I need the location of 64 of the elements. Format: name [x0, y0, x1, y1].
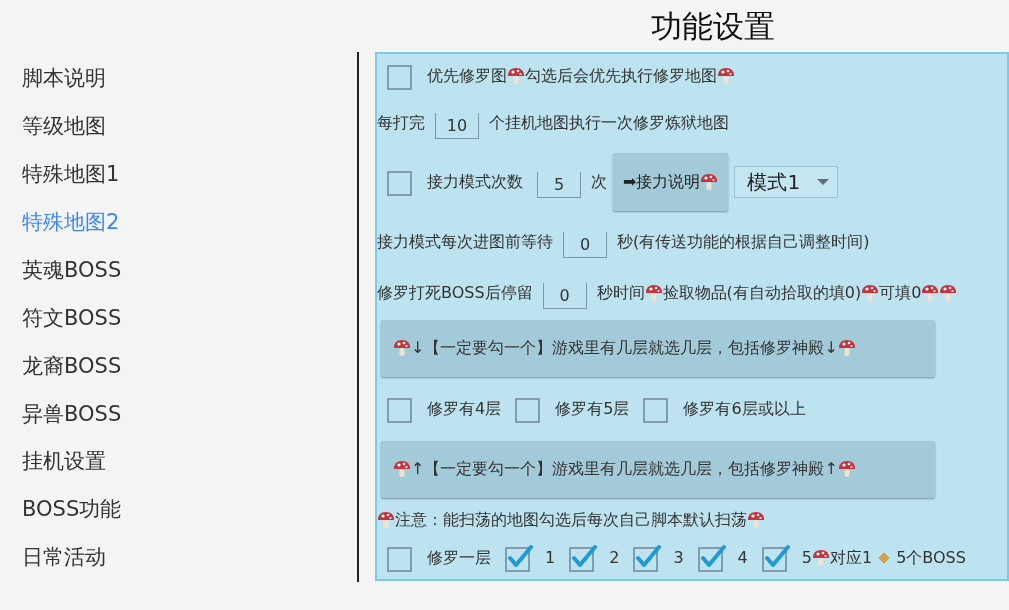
page-title: 功能设置	[650, 6, 775, 46]
label-text: 次	[591, 170, 607, 193]
mushroom-icon	[717, 65, 735, 86]
checkbox[interactable]	[761, 544, 790, 573]
label-text: 注意：能扫荡的地图勾选后每次自己脚本默认扫荡	[395, 508, 747, 531]
mushroom-icon	[837, 459, 856, 480]
checkbox-label: 优先修罗图	[427, 64, 507, 87]
sidebar-item[interactable]: 符文BOSS	[22, 302, 122, 335]
sidebar-item[interactable]: 异兽BOSS	[22, 398, 122, 431]
number-field[interactable]: 10	[435, 113, 479, 140]
checkbox[interactable]	[387, 544, 415, 573]
mode-dropdown[interactable]: 模式1	[734, 165, 839, 198]
label-text: 秒(有传送功能的根据自己调整时间)	[617, 231, 870, 254]
mushroom-icon	[747, 509, 765, 530]
number-field[interactable]: 0	[563, 232, 607, 259]
checkbox-label: 勾选后会优先执行修罗地图	[525, 64, 717, 87]
label-text: 每打完	[377, 112, 425, 135]
label-text: 捡取物品(有自动拾取的填0)	[662, 281, 862, 304]
checkbox[interactable]	[569, 544, 598, 573]
checkbox-label: 5	[801, 547, 812, 570]
checkbox-label: 5个BOSS	[896, 547, 966, 570]
sidebar-item[interactable]: 特殊地图1	[22, 159, 120, 191]
sidebar-item[interactable]: BOSS功能	[22, 494, 122, 526]
checkbox-label: 2	[609, 547, 620, 570]
mushroom-icon	[507, 65, 525, 86]
sidebar-item[interactable]: 挂机设置	[22, 446, 106, 478]
mushroom-icon	[837, 338, 856, 359]
checkbox-label: 4	[737, 547, 748, 570]
label-text: 接力模式每次进图前等待	[377, 231, 553, 254]
label-text: 修罗打死BOSS后停留	[377, 281, 533, 304]
checkbox-label: 修罗有5层	[555, 397, 630, 420]
checkbox[interactable]	[633, 544, 662, 573]
number-field[interactable]: 5	[537, 171, 581, 198]
sidebar-item[interactable]: 龙裔BOSS	[22, 350, 122, 383]
checkbox-label: 3	[673, 547, 684, 570]
sidebar-item[interactable]: 脚本说明	[22, 63, 106, 95]
mushroom-icon	[811, 548, 830, 569]
caret-icon	[817, 178, 830, 185]
banner-button[interactable]: ↑【一定要勾一个】游戏里有几层就选几层，包括修罗神殿↑	[381, 440, 935, 498]
mushroom-icon	[861, 282, 880, 303]
help-button[interactable]: ➡接力说明	[613, 152, 729, 211]
checkbox-label: 修罗有6层或以上	[683, 397, 806, 420]
mushroom-icon	[939, 282, 958, 303]
sidebar-item[interactable]: 英魂BOSS	[22, 254, 122, 287]
checkbox[interactable]	[505, 544, 533, 573]
banner-button[interactable]: ↓【一定要勾一个】游戏里有几层就选几层，包括修罗神殿↓	[381, 319, 935, 377]
mushroom-icon	[700, 171, 719, 192]
checkbox-label: 接力模式次数	[427, 170, 523, 193]
mushroom-icon	[644, 282, 663, 303]
label-text: 可填0	[879, 281, 922, 304]
checkbox-label: 对应1	[829, 547, 873, 570]
checkbox-label: 修罗有4层	[427, 397, 502, 420]
mushroom-icon	[377, 509, 395, 530]
sidebar-item[interactable]: 日常活动	[22, 542, 106, 574]
sidebar-item[interactable]: 等级地图	[22, 111, 106, 143]
label-text: 秒时间	[596, 281, 645, 304]
mushroom-icon	[921, 282, 940, 303]
checkbox-label: 修罗一层	[427, 547, 491, 570]
number-field[interactable]: 0	[542, 282, 587, 309]
mushroom-icon	[393, 459, 411, 480]
checkbox-label: 1	[545, 547, 556, 570]
label-text: 个挂机地图执行一次修罗炼狱地图	[489, 112, 729, 135]
mushroom-icon	[393, 338, 411, 359]
checkbox[interactable]	[697, 544, 726, 573]
